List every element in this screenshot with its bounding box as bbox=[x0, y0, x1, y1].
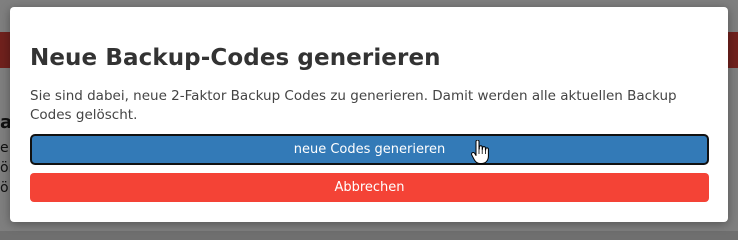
hand-pointer-cursor-icon bbox=[471, 140, 489, 164]
backup-codes-dialog: Neue Backup-Codes generieren Sie sind da… bbox=[10, 7, 728, 222]
generate-codes-button[interactable]: neue Codes generieren bbox=[30, 134, 709, 165]
dialog-message: Sie sind dabei, neue 2-Faktor Backup Cod… bbox=[30, 88, 677, 123]
cancel-button[interactable]: Abbrechen bbox=[30, 173, 709, 202]
dialog-title: Neue Backup-Codes generieren bbox=[30, 45, 441, 71]
